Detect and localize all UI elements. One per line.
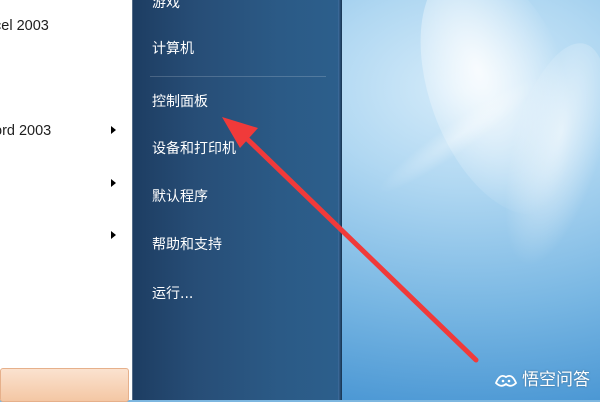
watermark: 悟空问答	[494, 368, 590, 392]
annotation-overlay	[222, 117, 479, 363]
wukong-logo-icon	[494, 374, 518, 387]
watermark-text: 悟空问答	[522, 370, 590, 390]
red-arrow-annotation	[222, 117, 479, 363]
